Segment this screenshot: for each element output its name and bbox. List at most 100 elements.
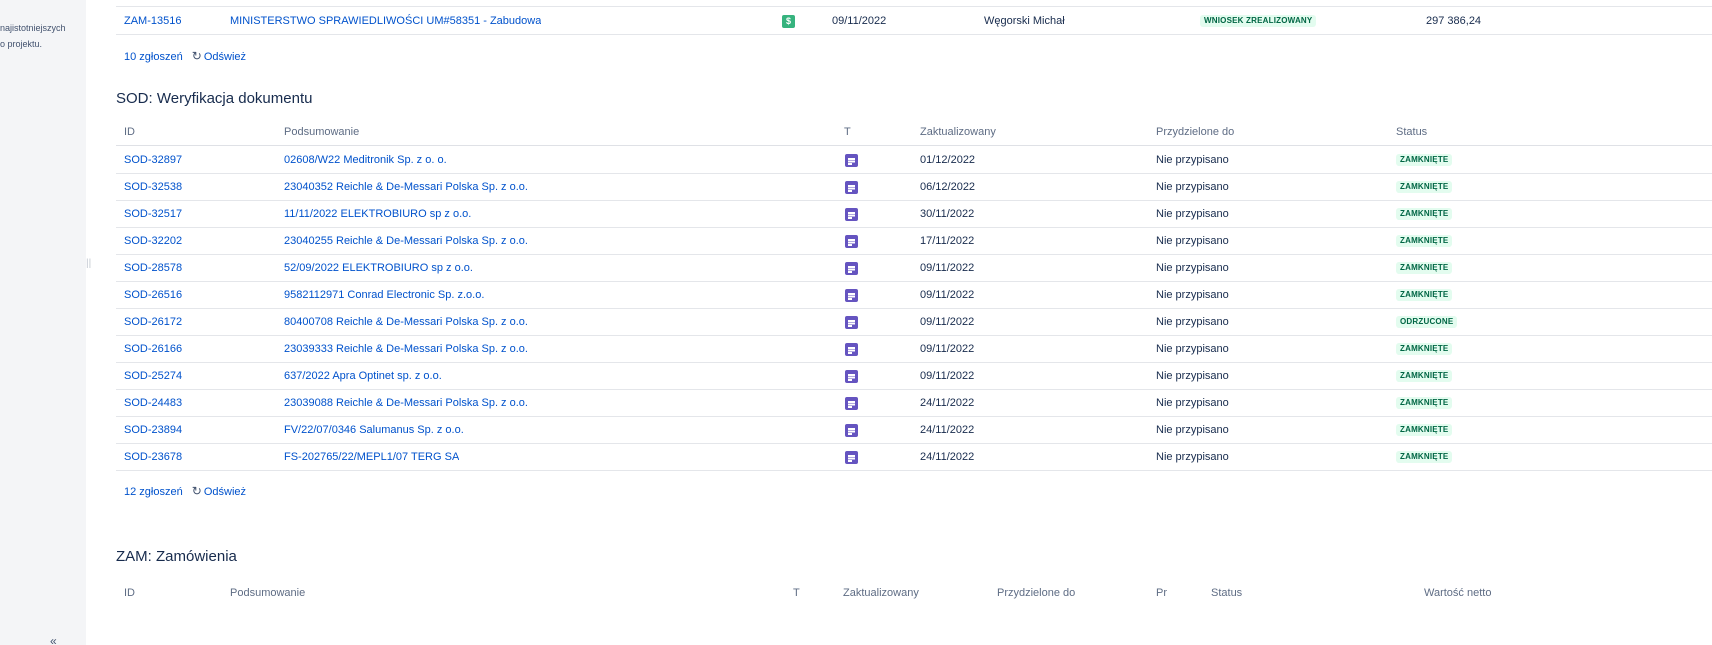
- issue-summary-link[interactable]: 637/2022 Apra Optinet sp. z o.o.: [284, 362, 442, 390]
- issue-summary-link[interactable]: 52/09/2022 ELEKTROBIURO sp z o.o.: [284, 254, 473, 282]
- issue-key-link[interactable]: SOD-25274: [124, 362, 182, 390]
- issue-key-link[interactable]: SOD-32538: [124, 173, 182, 201]
- issue-key-link[interactable]: SOD-26172: [124, 308, 182, 336]
- status-badge: ZAMKNIĘTE: [1396, 262, 1453, 275]
- column-header-summary[interactable]: Podsumowanie: [230, 579, 305, 607]
- refresh-button[interactable]: ↻ Odśwież: [192, 49, 247, 63]
- issue-summary-link[interactable]: FS-202765/22/MEPL1/07 TERG SA: [284, 443, 459, 471]
- column-header-updated[interactable]: Zaktualizowany: [843, 579, 919, 607]
- table-row[interactable]: SOD-28578 52/09/2022 ELEKTROBIURO sp z o.…: [116, 254, 1712, 282]
- issue-summary-link[interactable]: 02608/W22 Meditronik Sp. z o. o.: [284, 146, 447, 174]
- issue-key-link[interactable]: SOD-32202: [124, 227, 182, 255]
- table-row[interactable]: ZAM-13516 MINISTERSTWO SPRAWIEDLIWOŚCI U…: [116, 7, 1712, 35]
- document-type-icon: [845, 424, 858, 437]
- table-row[interactable]: SOD-26172 80400708 Reichle & De-Messari P…: [116, 308, 1712, 336]
- issue-summary-link[interactable]: 23039088 Reichle & De-Messari Polska Sp.…: [284, 389, 528, 417]
- document-type-icon: [845, 235, 858, 248]
- issue-summary-link[interactable]: 80400708 Reichle & De-Messari Polska Sp.…: [284, 308, 528, 336]
- issue-key-link[interactable]: SOD-32517: [124, 200, 182, 228]
- issue-summary-link[interactable]: 23040352 Reichle & De-Messari Polska Sp.…: [284, 173, 528, 201]
- updated-date: 24/11/2022: [920, 424, 975, 436]
- updated-date: 09/11/2022: [920, 343, 975, 355]
- assignee: Nie przypisano: [1156, 154, 1229, 166]
- table-row[interactable]: SOD-24483 23039088 Reichle & De-Messari P…: [116, 389, 1712, 417]
- refresh-button[interactable]: ↻ Odśwież: [191, 484, 246, 498]
- assignee: Nie przypisano: [1156, 235, 1229, 247]
- column-header-summary[interactable]: Podsumowanie: [284, 118, 359, 146]
- status-badge: ZAMKNIĘTE: [1396, 343, 1453, 356]
- table-row[interactable]: SOD-23678 FS-202765/22/MEPL1/07 TERG SA 24…: [116, 443, 1712, 471]
- top-table-previous-row: [116, 0, 1712, 7]
- table-row[interactable]: SOD-26166 23039333 Reichle & De-Messari P…: [116, 335, 1712, 363]
- issue-key-link[interactable]: SOD-23678: [124, 443, 182, 471]
- section-title-sod: SOD: Weryfikacja dokumentu: [116, 90, 313, 107]
- sidebar-description-line2: o projektu.: [0, 39, 43, 49]
- issue-summary-link[interactable]: 23040255 Reichle & De-Messari Polska Sp.…: [284, 227, 528, 255]
- table-row[interactable]: SOD-32538 23040352 Reichle & De-Messari P…: [116, 173, 1712, 201]
- table-row[interactable]: SOD-23894 FV/22/07/0346 Salumanus Sp. z o…: [116, 416, 1712, 444]
- column-header-status[interactable]: Status: [1396, 118, 1427, 146]
- updated-date: 24/11/2022: [920, 451, 975, 463]
- issue-summary-link[interactable]: 9582112971 Conrad Electronic Sp. z.o.o.: [284, 281, 484, 309]
- status-badge: ZAMKNIĘTE: [1396, 154, 1453, 167]
- sidebar-resize-handle[interactable]: ||: [86, 258, 91, 269]
- issue-key-link[interactable]: SOD-28578: [124, 254, 182, 282]
- column-header-id[interactable]: ID: [124, 579, 135, 607]
- issue-key-link[interactable]: SOD-23894: [124, 416, 182, 444]
- column-header-type[interactable]: T: [844, 118, 851, 146]
- issue-summary-link[interactable]: 23039333 Reichle & De-Messari Polska Sp.…: [284, 335, 528, 363]
- issue-key-link[interactable]: SOD-26166: [124, 335, 182, 363]
- issue-key-link[interactable]: SOD-32897: [124, 146, 182, 174]
- table-row[interactable]: SOD-25274 637/2022 Apra Optinet sp. z o.o…: [116, 362, 1712, 390]
- issue-key-link[interactable]: SOD-26516: [124, 281, 182, 309]
- issue-key-link[interactable]: SOD-24483: [124, 389, 182, 417]
- sidebar-collapse-icon[interactable]: «: [50, 634, 57, 645]
- issue-count-link[interactable]: 12 zgłoszeń: [124, 486, 183, 498]
- updated-date: 09/11/2022: [920, 289, 975, 301]
- updated-date: 09/11/2022: [920, 370, 975, 382]
- updated-date: 30/11/2022: [920, 208, 975, 220]
- column-header-status[interactable]: Status: [1211, 579, 1242, 607]
- top-table-footer: 10 zgłoszeń ↻ Odśwież: [124, 48, 246, 64]
- status-badge: ZAMKNIĘTE: [1396, 424, 1453, 437]
- issue-summary-link[interactable]: 11/11/2022 ELEKTROBIURO sp z o.o.: [284, 200, 471, 228]
- issue-summary-link[interactable]: MINISTERSTWO SPRAWIEDLIWOŚCI UM#58351 - …: [230, 7, 541, 35]
- refresh-icon: ↻: [191, 484, 202, 498]
- issue-key-link[interactable]: ZAM-13516: [124, 7, 181, 35]
- assignee: Nie przypisano: [1156, 343, 1229, 355]
- assignee: Nie przypisano: [1156, 370, 1229, 382]
- column-header-id[interactable]: ID: [124, 118, 135, 146]
- status-badge: ZAMKNIĘTE: [1396, 181, 1453, 194]
- sidebar-description: najistotniejszych o projektu.: [0, 20, 66, 52]
- issue-summary-link[interactable]: FV/22/07/0346 Salumanus Sp. z o.o.: [284, 416, 464, 444]
- table-row[interactable]: SOD-32517 11/11/2022 ELEKTROBIURO sp z o.…: [116, 200, 1712, 228]
- table-header: ID Podsumowanie T Zaktualizowany Przydzi…: [116, 118, 1712, 146]
- column-header-updated[interactable]: Zaktualizowany: [920, 118, 996, 146]
- status-badge: ZAMKNIĘTE: [1396, 289, 1453, 302]
- document-type-icon: [845, 208, 858, 221]
- column-header-assignee[interactable]: Przydzielone do: [997, 579, 1075, 607]
- column-header-type[interactable]: T: [793, 579, 800, 607]
- section-title-zam: ZAM: Zamówienia: [116, 548, 237, 565]
- document-type-icon: [845, 154, 858, 167]
- document-type-icon: [845, 343, 858, 356]
- document-type-icon: [845, 181, 858, 194]
- project-sidebar: najistotniejszych o projektu. «: [0, 0, 86, 645]
- column-header-priority[interactable]: Pr: [1156, 579, 1167, 607]
- refresh-label: Odśwież: [203, 51, 247, 63]
- issue-count-link[interactable]: 10 zgłoszeń: [124, 51, 183, 63]
- assignee: Nie przypisano: [1156, 181, 1229, 193]
- table-row[interactable]: SOD-32897 02608/W22 Meditronik Sp. z o. o…: [116, 146, 1712, 174]
- table-row[interactable]: SOD-32202 23040255 Reichle & De-Messari P…: [116, 227, 1712, 255]
- updated-date: 09/11/2022: [920, 316, 975, 328]
- assignee: Nie przypisano: [1156, 397, 1229, 409]
- column-header-assignee[interactable]: Przydzielone do: [1156, 118, 1234, 146]
- table-header: ID Podsumowanie T Zaktualizowany Przydzi…: [116, 577, 1712, 599]
- assignee: Nie przypisano: [1156, 316, 1229, 328]
- table-row[interactable]: SOD-26516 9582112971 Conrad Electronic Sp…: [116, 281, 1712, 309]
- money-icon: $: [782, 15, 795, 28]
- sidebar-description-line1: najistotniejszych: [0, 23, 66, 33]
- assignee: Nie przypisano: [1156, 208, 1229, 220]
- sod-table-footer: 12 zgłoszeń ↻ Odśwież: [124, 483, 246, 499]
- column-header-net-value[interactable]: Wartość netto: [1424, 579, 1491, 607]
